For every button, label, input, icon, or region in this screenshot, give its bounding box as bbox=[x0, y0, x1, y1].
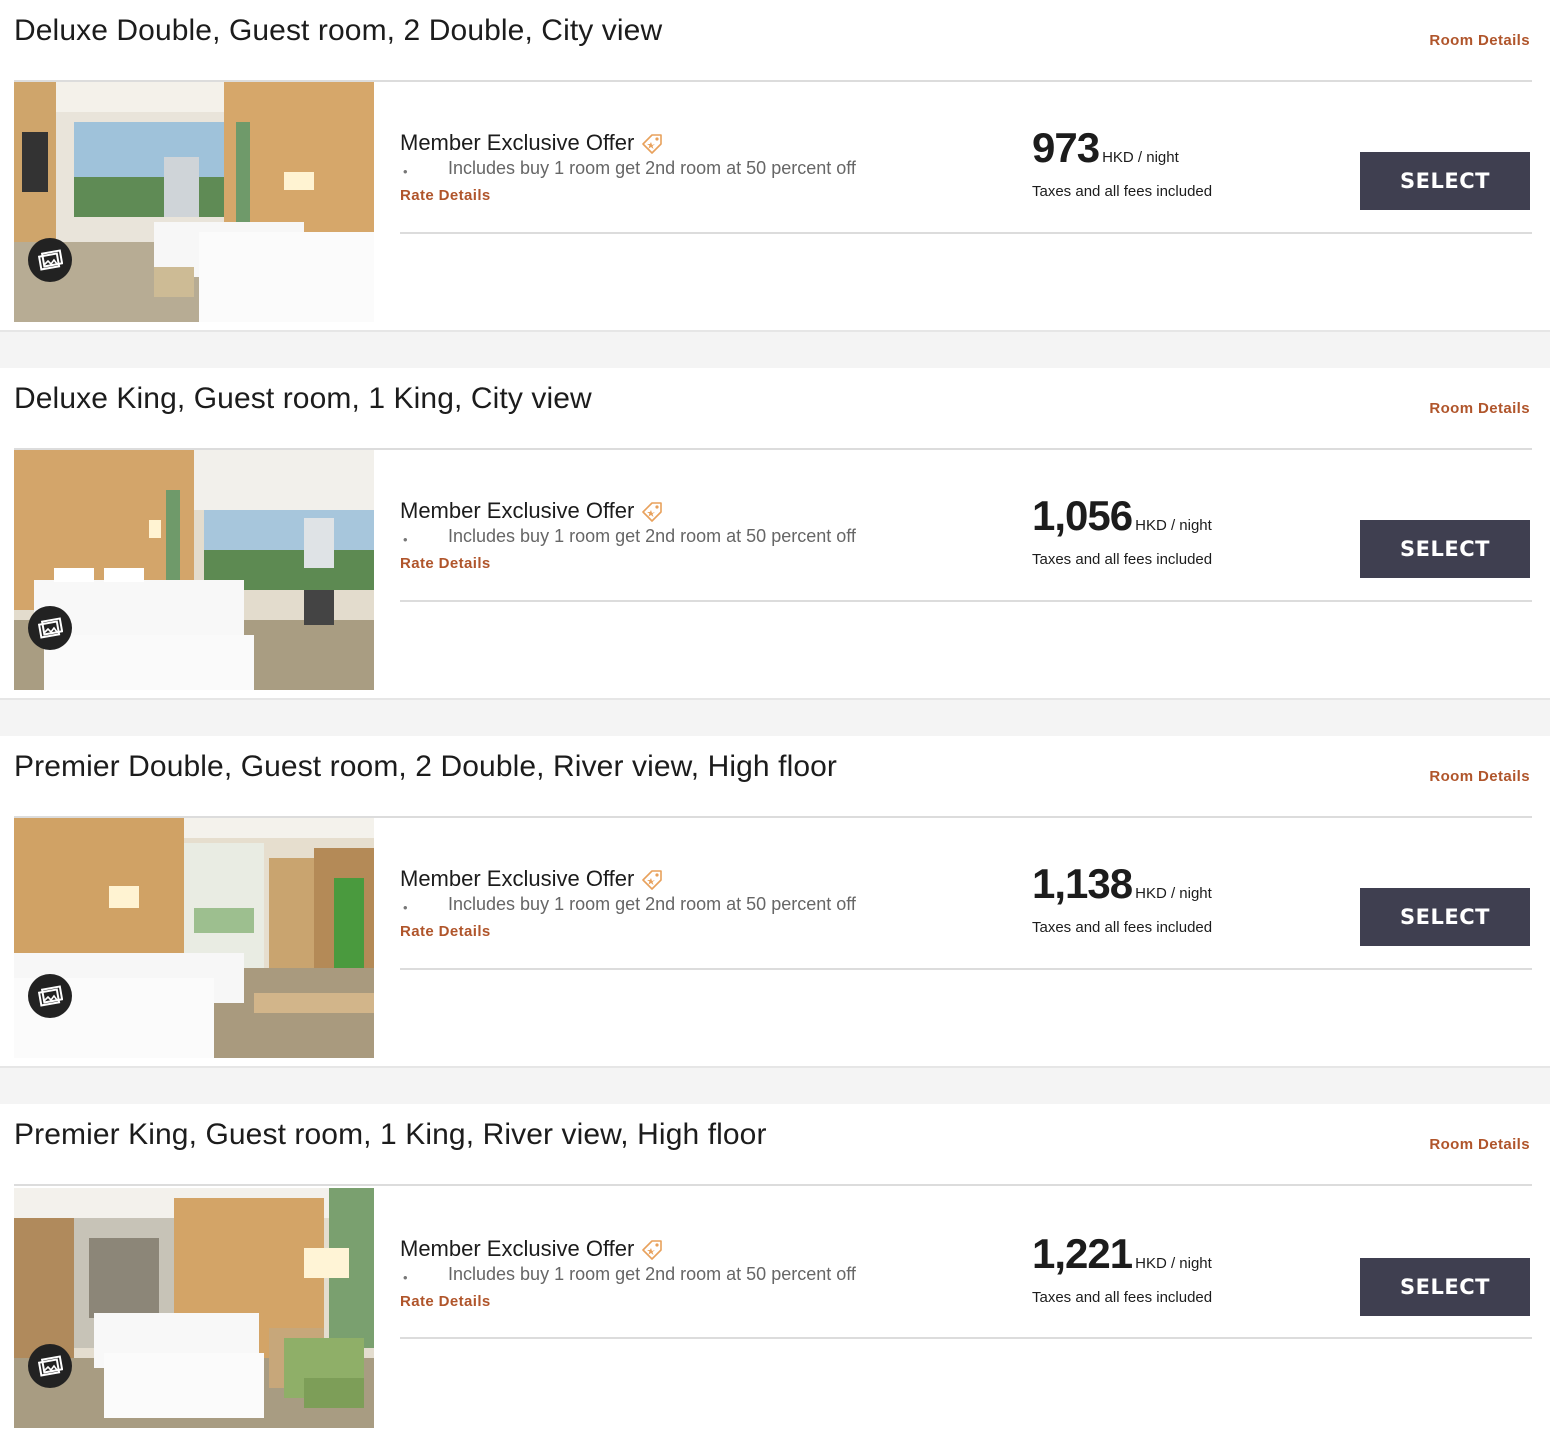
offer-title-text: Member Exclusive Offer bbox=[400, 498, 635, 523]
offer-tag-icon bbox=[642, 870, 663, 890]
room-card: Premier Double, Guest room, 2 Double, Ri… bbox=[0, 736, 1550, 1068]
room-photo-image bbox=[14, 818, 374, 1058]
room-details-link[interactable]: Room Details bbox=[1429, 400, 1530, 417]
offer-title: Member Exclusive Offer bbox=[400, 498, 664, 524]
select-button[interactable]: SELECT bbox=[1360, 888, 1530, 946]
rate-details-link[interactable]: Rate Details bbox=[400, 923, 491, 940]
price-note: Taxes and all fees included bbox=[1032, 1289, 1213, 1306]
divider bbox=[14, 1184, 1532, 1186]
offer-description: Includes buy 1 room get 2nd room at 50 p… bbox=[448, 158, 856, 178]
room-details-link[interactable]: Room Details bbox=[1429, 768, 1530, 785]
rate-details-link[interactable]: Rate Details bbox=[400, 555, 491, 572]
offer-title: Member Exclusive Offer bbox=[400, 130, 664, 156]
gallery-icon bbox=[37, 985, 63, 1007]
select-button[interactable]: SELECT bbox=[1360, 520, 1530, 578]
offer-description: Includes buy 1 room get 2nd room at 50 p… bbox=[448, 526, 856, 546]
gallery-icon bbox=[37, 1355, 63, 1377]
offer-title-text: Member Exclusive Offer bbox=[400, 130, 635, 155]
gallery-button[interactable] bbox=[28, 606, 72, 650]
rate-details-link[interactable]: Rate Details bbox=[400, 187, 491, 204]
price-note: Taxes and all fees included bbox=[1032, 551, 1213, 568]
divider bbox=[400, 968, 1532, 970]
room-photo[interactable] bbox=[14, 450, 374, 690]
offer-title-text: Member Exclusive Offer bbox=[400, 866, 635, 891]
room-title: Deluxe King, Guest room, 1 King, City vi… bbox=[14, 382, 592, 415]
offer-description: Includes buy 1 room get 2nd room at 50 p… bbox=[448, 1264, 856, 1284]
room-photo[interactable] bbox=[14, 818, 374, 1058]
price-unit: HKD / night bbox=[1135, 885, 1212, 902]
gallery-icon bbox=[37, 617, 63, 639]
price: 1,221 HKD / night bbox=[1032, 1230, 1212, 1278]
select-button[interactable]: SELECT bbox=[1360, 1258, 1530, 1316]
room-title: Deluxe Double, Guest room, 2 Double, Cit… bbox=[14, 14, 663, 47]
bullet: • bbox=[403, 1270, 408, 1285]
room-photo-image bbox=[14, 82, 374, 322]
room-details-link[interactable]: Room Details bbox=[1429, 1136, 1530, 1153]
room-photo[interactable] bbox=[14, 82, 374, 322]
price-amount: 1,221 bbox=[1032, 1230, 1133, 1277]
room-title: Premier Double, Guest room, 2 Double, Ri… bbox=[14, 750, 838, 783]
rate-details-link[interactable]: Rate Details bbox=[400, 1293, 491, 1310]
room-photo[interactable] bbox=[14, 1188, 374, 1428]
price-amount: 1,056 bbox=[1032, 492, 1133, 539]
room-card: Premier King, Guest room, 1 King, River … bbox=[0, 1104, 1550, 1436]
offer-title: Member Exclusive Offer bbox=[400, 866, 664, 892]
select-button[interactable]: SELECT bbox=[1360, 152, 1530, 210]
bullet: • bbox=[403, 532, 408, 547]
price-unit: HKD / night bbox=[1135, 1255, 1212, 1272]
price-amount: 973 bbox=[1032, 124, 1100, 171]
gallery-button[interactable] bbox=[28, 974, 72, 1018]
offer-title: Member Exclusive Offer bbox=[400, 1236, 664, 1262]
offer-tag-icon bbox=[642, 502, 663, 522]
offer-tag-icon bbox=[642, 1240, 663, 1260]
gallery-icon bbox=[37, 249, 63, 271]
price-unit: HKD / night bbox=[1102, 149, 1179, 166]
room-photo-image bbox=[14, 450, 374, 690]
price-note: Taxes and all fees included bbox=[1032, 919, 1213, 936]
offer-title-text: Member Exclusive Offer bbox=[400, 1236, 635, 1261]
divider bbox=[400, 232, 1532, 234]
room-card: Deluxe King, Guest room, 1 King, City vi… bbox=[0, 368, 1550, 700]
offer-description: Includes buy 1 room get 2nd room at 50 p… bbox=[448, 894, 856, 914]
divider bbox=[400, 1337, 1532, 1339]
price: 1,138 HKD / night bbox=[1032, 860, 1212, 908]
room-details-link[interactable]: Room Details bbox=[1429, 32, 1530, 49]
price-amount: 1,138 bbox=[1032, 860, 1133, 907]
offer-tag-icon bbox=[642, 134, 663, 154]
price: 1,056 HKD / night bbox=[1032, 492, 1212, 540]
room-title: Premier King, Guest room, 1 King, River … bbox=[14, 1118, 767, 1151]
gallery-button[interactable] bbox=[28, 238, 72, 282]
bullet: • bbox=[403, 164, 408, 179]
room-photo-image bbox=[14, 1188, 374, 1428]
price-unit: HKD / night bbox=[1135, 517, 1212, 534]
bullet: • bbox=[403, 900, 408, 915]
room-card: Deluxe Double, Guest room, 2 Double, Cit… bbox=[0, 0, 1550, 332]
price-note: Taxes and all fees included bbox=[1032, 183, 1213, 200]
gallery-button[interactable] bbox=[28, 1344, 72, 1388]
price: 973 HKD / night bbox=[1032, 124, 1179, 172]
divider bbox=[400, 600, 1532, 602]
